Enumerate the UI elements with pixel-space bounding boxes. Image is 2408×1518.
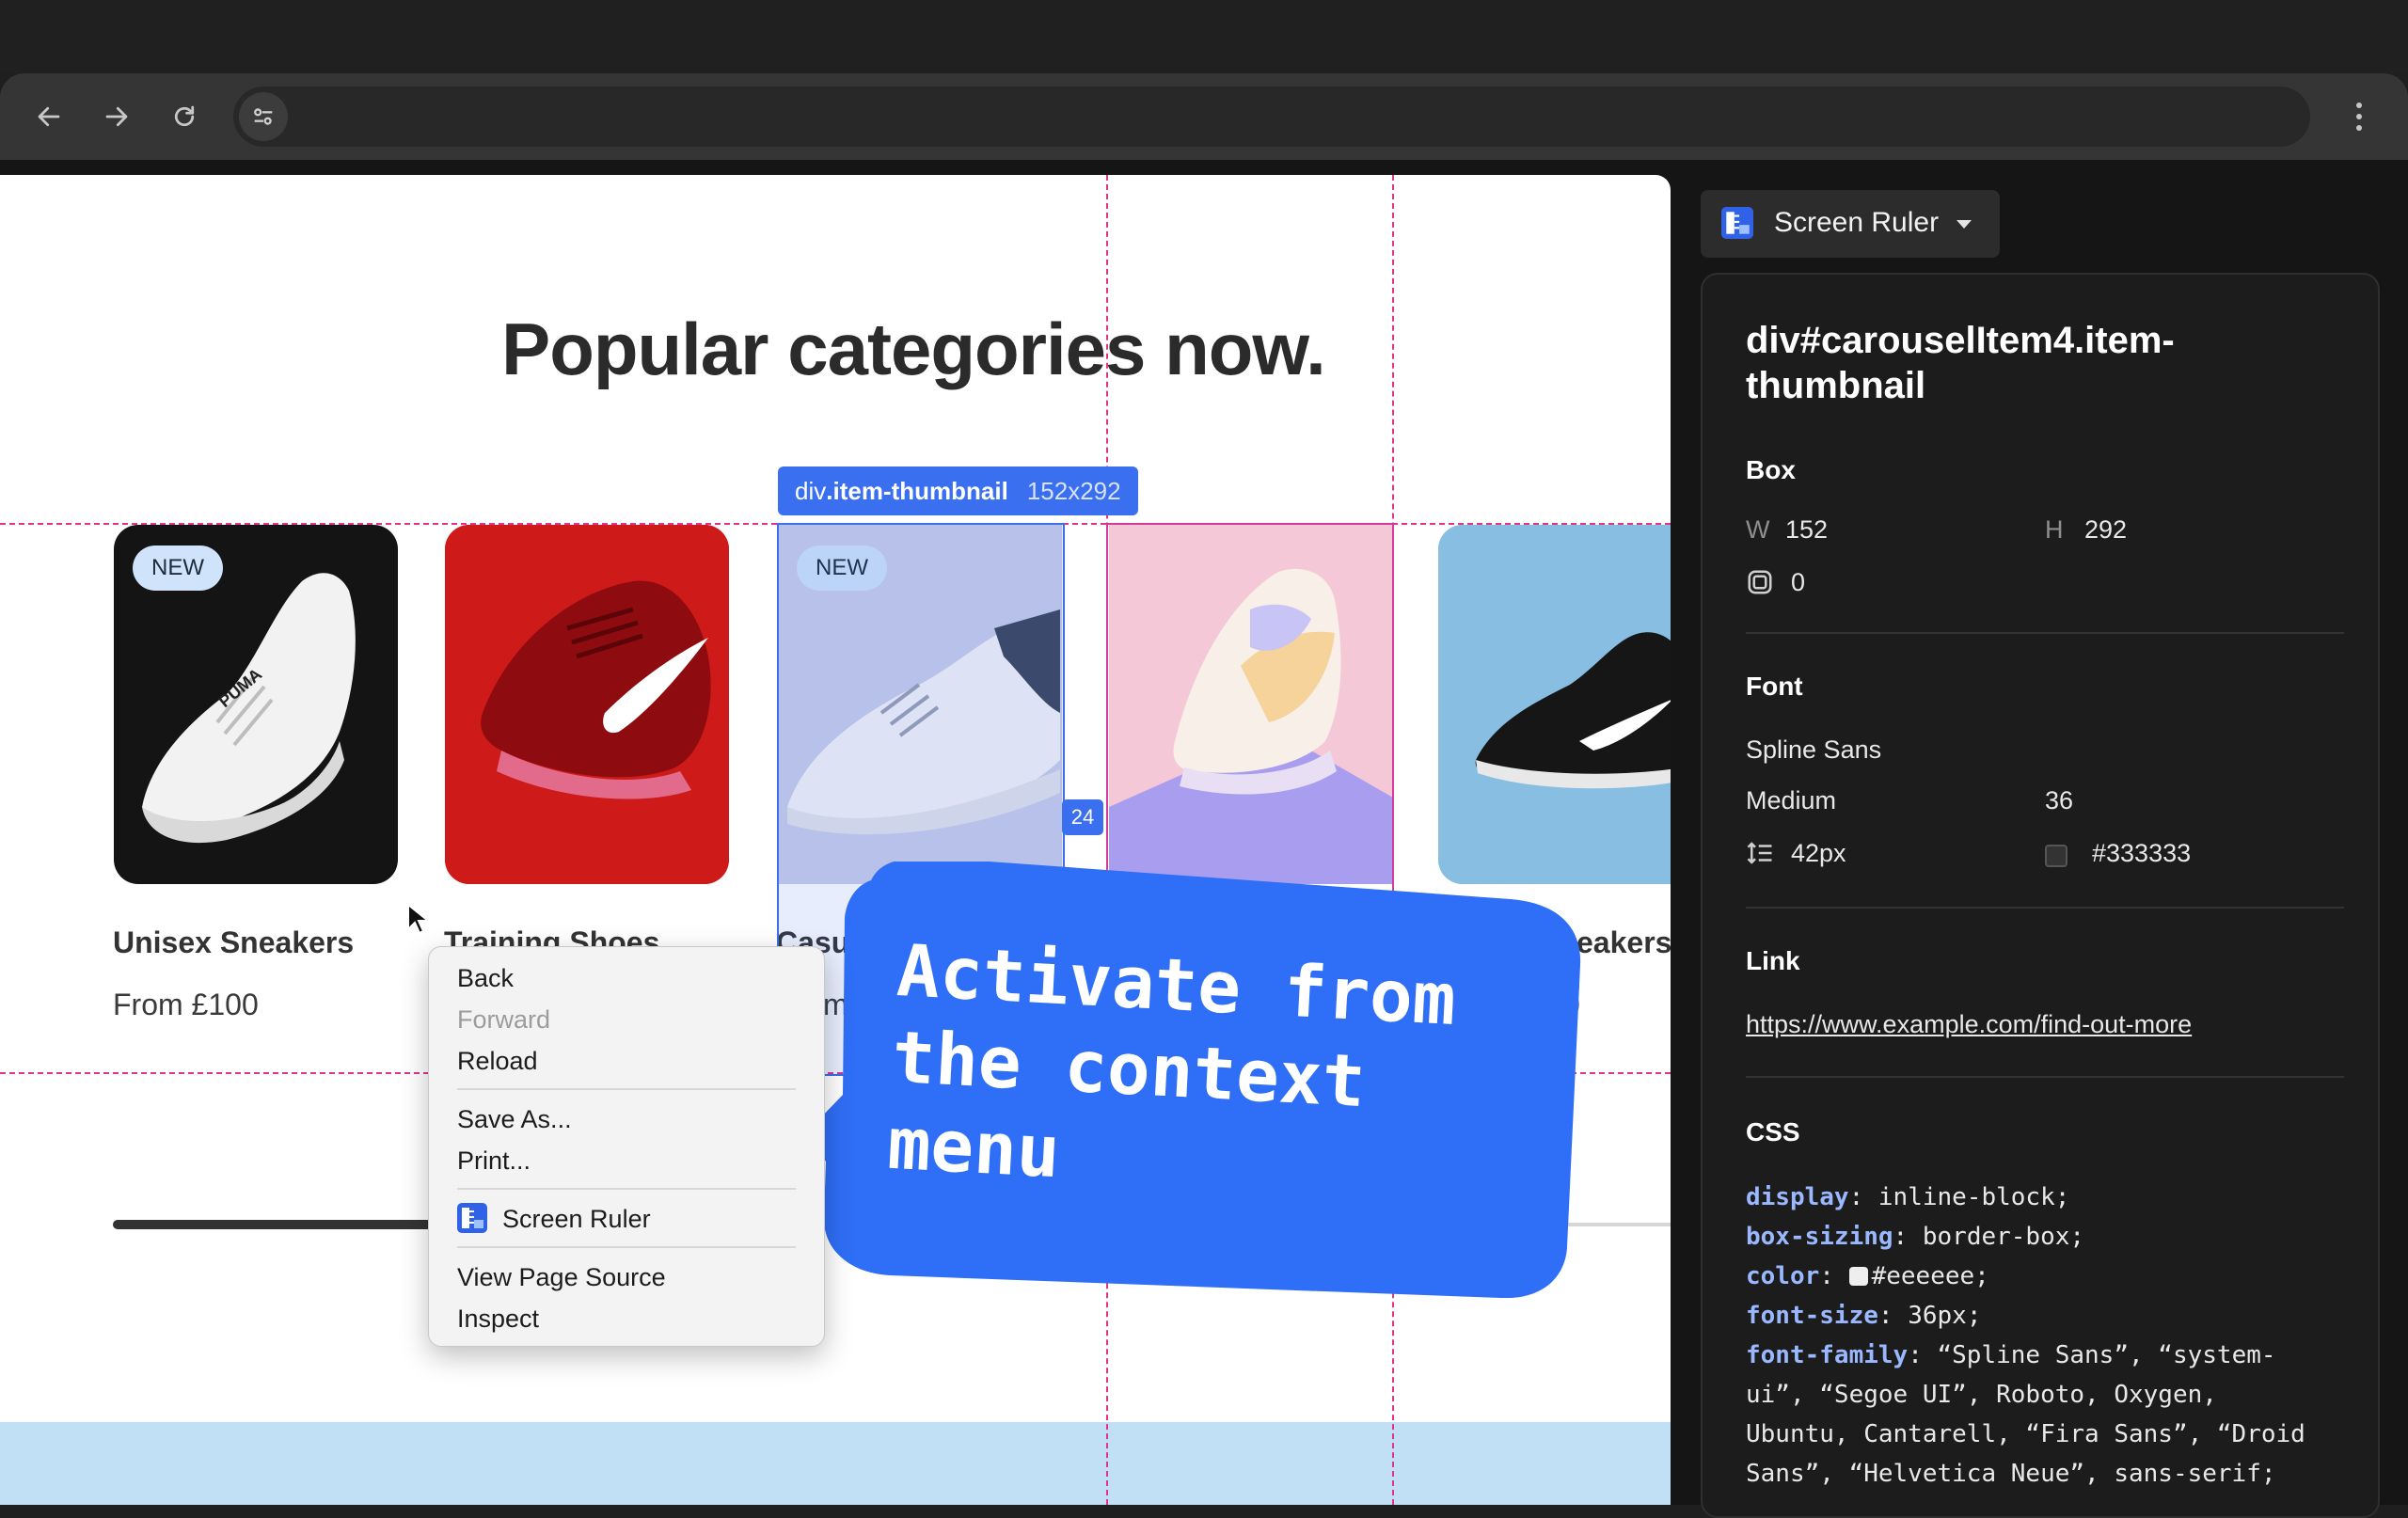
css-code-block: display: inline-block; box-sizing: borde… <box>1746 1178 2348 1494</box>
context-menu-inspect[interactable]: Inspect <box>457 1305 539 1334</box>
color-swatch <box>1848 1267 1868 1286</box>
line-height-value: 42px <box>1791 839 1846 867</box>
css-line: color: #eeeeee; <box>1746 1262 1989 1290</box>
section-divider <box>1746 907 2344 909</box>
context-menu-separator <box>457 1246 796 1248</box>
card-price: From £100 <box>113 988 259 1021</box>
context-menu-separator <box>457 1188 796 1190</box>
css-line: display: inline-block; <box>1746 1183 2070 1211</box>
kebab-dot <box>2356 114 2362 119</box>
context-menu-save-as[interactable]: Save As... <box>457 1105 572 1134</box>
screen-ruler-icon <box>457 1203 487 1233</box>
card-title[interactable]: Unisex Sneakers <box>113 925 354 960</box>
sneaker-image <box>445 525 729 884</box>
mouse-cursor-icon <box>407 903 431 935</box>
css-line: font-family: “Spline Sans”, “system- <box>1746 1341 2276 1369</box>
inspector-panel: div#carouselItem4.item-thumbnail Box W 1… <box>1701 273 2380 1518</box>
css-heading: CSS <box>1746 1117 1800 1146</box>
gap-measurement: 24 <box>1062 799 1103 835</box>
screen-ruler-icon <box>1721 207 1753 239</box>
browser-menu-button[interactable] <box>2342 94 2376 139</box>
css-line: box-sizing: border-box; <box>1746 1223 2085 1251</box>
element-tag-label: div.item-thumbnail 152x292 <box>778 466 1138 515</box>
tune-icon <box>254 108 273 125</box>
carousel-scroll-thumb[interactable] <box>113 1220 452 1229</box>
link-url[interactable]: https://www.example.com/find-out-more <box>1746 1010 2192 1039</box>
border-radius-value: 0 <box>1791 568 1806 596</box>
sneaker-image <box>1438 525 1671 884</box>
context-menu-print[interactable]: Print... <box>457 1146 531 1176</box>
page-title: Popular categories now. <box>501 308 1326 390</box>
back-button[interactable] <box>26 94 71 139</box>
product-card-thumbnail[interactable]: PUMA NEW <box>114 525 398 884</box>
kebab-dot <box>2356 103 2362 108</box>
section-divider <box>1746 1076 2344 1078</box>
line-height-icon <box>1747 842 1772 864</box>
tag-class: .item-thumbnail <box>826 476 1008 505</box>
extension-name: Screen Ruler <box>1774 207 1940 238</box>
font-heading: Font <box>1746 672 1803 701</box>
arrow-left-icon <box>38 106 60 127</box>
browser-toolbar <box>0 73 2408 160</box>
section-divider <box>1746 632 2344 634</box>
width-label: W <box>1746 515 1770 544</box>
tag-size: 152x292 <box>1026 476 1121 505</box>
context-menu-view-source[interactable]: View Page Source <box>457 1263 666 1292</box>
context-menu-forward[interactable]: Forward <box>457 1005 550 1035</box>
product-card-thumbnail[interactable] <box>445 525 729 884</box>
reload-button[interactable] <box>162 94 207 139</box>
reload-icon <box>174 105 195 127</box>
extension-selector-button[interactable]: Screen Ruler <box>1701 190 2000 258</box>
context-menu-screen-ruler[interactable]: Screen Ruler <box>502 1205 651 1234</box>
tag-element: div <box>795 476 827 505</box>
context-menu-separator <box>457 1088 796 1090</box>
element-selector: div#carouselItem4.item-thumbnail <box>1746 320 2175 406</box>
context-menu: Back Forward Reload Save As... Print... … <box>428 946 825 1347</box>
border-radius-icon <box>1748 570 1772 594</box>
height-label: H <box>2045 515 2064 544</box>
css-line: Ubuntu, Cantarell, “Fira Sans”, “Droid <box>1746 1420 2305 1448</box>
site-info-button[interactable] <box>239 92 288 141</box>
arrow-right-icon <box>105 106 128 127</box>
font-family-value: Spline Sans <box>1746 735 1882 764</box>
font-color-swatch <box>2045 845 2067 867</box>
height-value: 292 <box>2084 515 2128 544</box>
card-title[interactable]: eakers <box>1576 925 1671 960</box>
address-bar[interactable] <box>233 87 2310 147</box>
web-page: Popular categories now. PUMA NEW Unisex … <box>0 175 1671 1505</box>
callout-text: Activate from the context menu <box>885 927 1458 1194</box>
kebab-dot <box>2356 125 2362 131</box>
link-heading: Link <box>1746 946 1800 975</box>
css-line: ui”, “Segoe UI”, Roboto, Oxygen, <box>1746 1381 2217 1409</box>
window-titlebar <box>0 0 2408 73</box>
product-card-thumbnail[interactable] <box>1438 525 1671 884</box>
css-line: Sans”, “Helvetica Neue”, sans-serif; <box>1746 1460 2276 1488</box>
css-line: font-size: 36px; <box>1746 1302 1982 1330</box>
font-color-value: #333333 <box>2092 839 2192 867</box>
width-value: 152 <box>1785 515 1829 544</box>
chevron-down-icon <box>1956 220 1972 229</box>
box-heading: Box <box>1746 455 1796 484</box>
font-size-value: 36 <box>2045 786 2074 814</box>
font-weight-value: Medium <box>1746 786 1837 814</box>
footer-band <box>0 1422 1671 1505</box>
context-menu-reload[interactable]: Reload <box>457 1047 538 1076</box>
forward-button[interactable] <box>94 94 139 139</box>
context-menu-back[interactable]: Back <box>457 964 514 993</box>
new-badge: NEW <box>133 546 223 591</box>
